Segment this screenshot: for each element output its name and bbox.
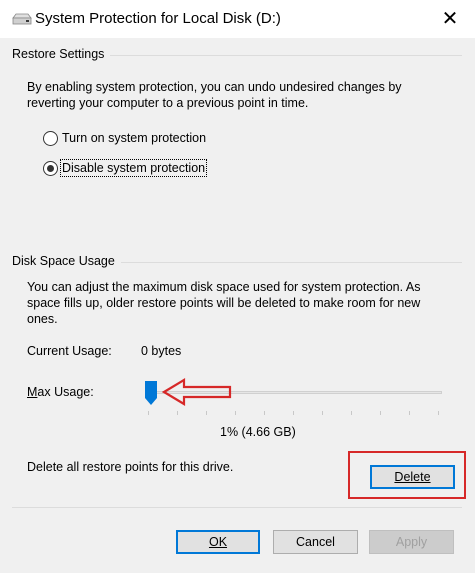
current-usage-label: Current Usage: (27, 344, 112, 358)
turn-on-protection-radio[interactable] (43, 131, 58, 146)
apply-button: Apply (369, 530, 454, 554)
delete-restore-points-text: Delete all restore points for this drive… (27, 460, 234, 474)
disk-space-description-1: You can adjust the maximum disk space us… (27, 280, 421, 294)
restore-settings-description-2: reverting your computer to a previous po… (27, 96, 309, 110)
ok-button-label: OK (208, 535, 228, 549)
restore-settings-description-1: By enabling system protection, you can u… (27, 80, 402, 94)
slider-tick (322, 411, 323, 415)
slider-tick (293, 411, 294, 415)
slider-tick (409, 411, 410, 415)
footer-divider (12, 507, 462, 508)
title-bar: System Protection for Local Disk (D:) ✕ (0, 0, 475, 38)
restore-settings-heading: Restore Settings (12, 47, 111, 61)
disk-space-heading: Disk Space Usage (12, 254, 121, 268)
disable-protection-label[interactable]: Disable system protection (59, 159, 208, 177)
apply-button-label: Apply (395, 535, 428, 549)
cancel-button-label: Cancel (296, 535, 335, 549)
slider-tick (235, 411, 236, 415)
max-usage-value: 1% (4.66 GB) (220, 425, 296, 439)
slider-tick (380, 411, 381, 415)
slider-tick (148, 411, 149, 415)
slider-tick (264, 411, 265, 415)
cancel-button[interactable]: Cancel (273, 530, 358, 554)
slider-tick (351, 411, 352, 415)
disable-protection-radio[interactable] (43, 161, 58, 176)
turn-on-protection-label[interactable]: Turn on system protection (62, 131, 206, 145)
slider-tick (177, 411, 178, 415)
max-usage-label-mnemonic: M (27, 385, 38, 399)
max-usage-label-rest: ax Usage: (37, 385, 94, 399)
drive-icon (12, 13, 32, 25)
max-usage-label: Max Usage: (27, 384, 94, 401)
close-button[interactable]: ✕ (435, 6, 465, 32)
window-title: System Protection for Local Disk (D:) (35, 10, 281, 27)
disk-space-description-2: space fills up, older restore points wil… (27, 296, 421, 310)
delete-button[interactable]: Delete (370, 465, 455, 489)
delete-button-label: Delete (394, 470, 431, 484)
red-arrow-icon (162, 378, 232, 406)
max-usage-slider-thumb[interactable] (144, 380, 158, 406)
ok-button[interactable]: OK (176, 530, 260, 554)
slider-tick (206, 411, 207, 415)
current-usage-value: 0 bytes (141, 344, 182, 358)
close-icon: ✕ (441, 8, 459, 30)
slider-tick (438, 411, 439, 415)
disk-space-description-3: ones. (27, 312, 58, 326)
